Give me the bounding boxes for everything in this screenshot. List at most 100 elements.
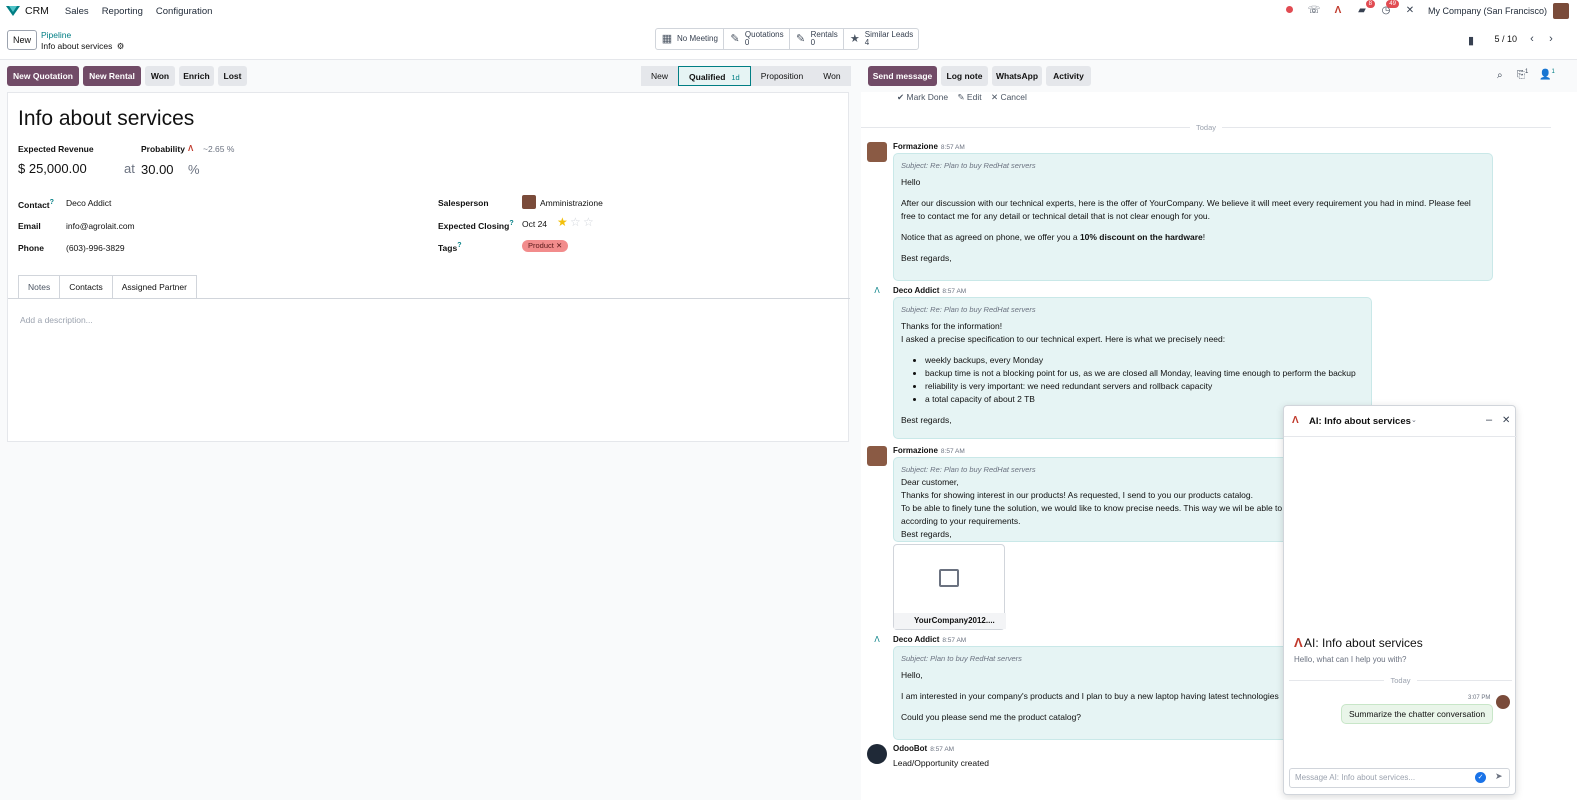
lost-button[interactable]: Lost <box>218 66 247 86</box>
paperclip-icon[interactable]: ⎘1 <box>1517 69 1528 80</box>
breadcrumb-current-label: Info about services <box>41 41 113 51</box>
priority-star-3-icon[interactable]: ☆ <box>583 215 594 229</box>
message-paragraph: Notice that as agreed on phone, we offer… <box>901 231 1485 244</box>
message-header: Formazione 8:57 AM <box>893 446 965 455</box>
new-rental-button[interactable]: New Rental <box>83 66 141 86</box>
smart-button-similar-leads[interactable]: ★ Similar Leads 4 <box>844 29 918 49</box>
ai-logo-icon: Ʌ <box>1292 415 1299 426</box>
phone-icon[interactable]: ☏ <box>1307 4 1321 18</box>
message-subject: Subject: Re: Plan to buy RedHat servers <box>901 161 1036 170</box>
enrich-button[interactable]: Enrich <box>179 66 214 86</box>
pager-value[interactable]: 5 / 10 <box>1494 34 1517 44</box>
author-avatar[interactable]: Ʌ <box>867 286 887 306</box>
whatsapp-button[interactable]: WhatsApp <box>992 66 1042 86</box>
author-avatar[interactable]: Ʌ <box>867 635 887 655</box>
new-button[interactable]: New <box>7 30 37 50</box>
message-paragraph: Hello, <box>901 670 923 680</box>
probability-input[interactable]: 30.00 <box>141 162 174 177</box>
stage-won[interactable]: Won <box>813 66 851 86</box>
expected-closing-value[interactable]: Oct 24 <box>522 219 547 229</box>
minimize-icon[interactable]: – <box>1486 414 1492 426</box>
tools-icon[interactable]: ✕ <box>1403 4 1417 18</box>
description-input[interactable]: Add a description... <box>20 315 93 325</box>
author-name[interactable]: Formazione <box>893 142 938 151</box>
message-header: Formazione 8:57 AM <box>893 142 965 151</box>
message-paragraph: I asked a precise specification to our t… <box>901 334 1226 344</box>
expected-closing-label: Expected Closing? <box>438 219 514 231</box>
priority-star-2-icon[interactable]: ☆ <box>570 215 581 229</box>
stage-proposition[interactable]: Proposition <box>750 66 814 86</box>
gear-icon[interactable]: ⚙ <box>117 41 125 51</box>
ai-icon[interactable]: Ʌ <box>1331 4 1345 18</box>
edit-link[interactable]: ✎ Edit <box>957 92 981 102</box>
contact-value[interactable]: Deco Addict <box>66 198 111 208</box>
author-name[interactable]: Formazione <box>893 446 938 455</box>
priority-star-1-icon[interactable]: ★ <box>557 215 568 229</box>
attachment-name[interactable]: YourCompany2012.... <box>894 613 1006 629</box>
contact-label-text: Contact <box>18 199 50 210</box>
followers-icon[interactable]: 👤1 <box>1539 69 1555 80</box>
author-avatar[interactable] <box>867 446 887 466</box>
menu-configuration[interactable]: Configuration <box>156 6 213 17</box>
pager-next-icon[interactable]: › <box>1543 30 1559 48</box>
message-body: Lead/Opportunity created <box>893 758 989 768</box>
odoobot-avatar[interactable] <box>867 744 887 764</box>
today-label: Today <box>861 123 1551 132</box>
stat-count: 4 <box>864 38 870 47</box>
attachment-card[interactable]: YourCompany2012.... <box>893 544 1006 630</box>
author-name[interactable]: OdooBot <box>893 744 927 753</box>
breadcrumb-pipeline[interactable]: Pipeline <box>41 30 71 40</box>
ai-today-label: Today <box>1284 676 1517 685</box>
search-icon[interactable]: ⌕ <box>1497 70 1503 81</box>
ai-chat-title[interactable]: AI: Info about services <box>1309 416 1411 427</box>
expected-revenue-value[interactable]: $ 25,000.00 <box>18 161 87 176</box>
stage-qualified[interactable]: Qualified 1d <box>678 66 751 86</box>
mark-done-link[interactable]: ✔ Mark Done <box>897 92 948 102</box>
ai-welcome-title: AI: Info about services <box>1304 636 1423 650</box>
message-paragraph: After our discussion with our technical … <box>901 198 1471 221</box>
chevron-down-icon[interactable]: ⌄ <box>1411 416 1417 424</box>
activity-button[interactable]: Activity <box>1046 66 1091 86</box>
new-quotation-button[interactable]: New Quotation <box>7 66 79 86</box>
email-value[interactable]: info@agrolait.com <box>66 221 135 231</box>
check-circle-icon[interactable]: ✓ <box>1475 772 1486 783</box>
send-message-button[interactable]: Send message <box>868 66 937 86</box>
lead-title[interactable]: Info about services <box>18 107 194 131</box>
cancel-link[interactable]: ✕ Cancel <box>991 92 1027 102</box>
expected-revenue-label: Expected Revenue <box>18 144 94 154</box>
activity-clock-icon[interactable]: ◷ 49 <box>1379 0 1399 18</box>
menu-sales[interactable]: Sales <box>65 6 89 17</box>
log-note-button[interactable]: Log note <box>941 66 988 86</box>
user-avatar <box>1496 695 1510 709</box>
record-dot-icon[interactable] <box>1283 4 1297 18</box>
smart-button-quotations[interactable]: ✎ Quotations 0 <box>724 29 790 49</box>
smart-button-rentals[interactable]: ✎ Rentals 0 <box>790 29 844 49</box>
close-icon[interactable]: ✕ <box>1502 415 1510 426</box>
tag-product[interactable]: Product ✕ <box>522 240 569 252</box>
chat-icon[interactable]: ▰ 8 <box>1355 0 1375 18</box>
crm-logo-icon[interactable] <box>6 6 20 16</box>
stage-new[interactable]: New <box>641 66 679 86</box>
bookmark-icon[interactable]: ▮ <box>1468 34 1474 47</box>
user-avatar[interactable] <box>1553 3 1569 19</box>
smart-button-meetings[interactable]: ▦ No Meeting <box>656 29 724 49</box>
app-name[interactable]: CRM <box>25 5 49 17</box>
author-name[interactable]: Deco Addict <box>893 286 939 295</box>
send-icon[interactable]: ➤ <box>1495 771 1503 782</box>
company-switcher[interactable]: My Company (San Francisco) <box>1428 6 1547 16</box>
tab-assigned-partner[interactable]: Assigned Partner <box>111 275 197 298</box>
pager-previous-icon[interactable]: ‹ <box>1524 30 1540 48</box>
tag-remove-icon[interactable]: ✕ <box>556 241 562 250</box>
author-name[interactable]: Deco Addict <box>893 635 939 644</box>
salesperson-value[interactable]: Amministrazione <box>540 198 603 208</box>
salesperson-label: Salesperson <box>438 198 489 208</box>
tab-divider <box>8 298 850 299</box>
won-button[interactable]: Won <box>145 66 175 86</box>
phone-value[interactable]: (603)-996-3829 <box>66 243 125 253</box>
text-span: Notice that as agreed on phone, we offer… <box>901 232 1080 242</box>
author-avatar[interactable] <box>867 142 887 162</box>
tab-contacts[interactable]: Contacts <box>59 275 113 298</box>
menu-reporting[interactable]: Reporting <box>102 6 143 17</box>
tags-label: Tags? <box>438 241 462 253</box>
tab-notes[interactable]: Notes <box>18 275 61 298</box>
